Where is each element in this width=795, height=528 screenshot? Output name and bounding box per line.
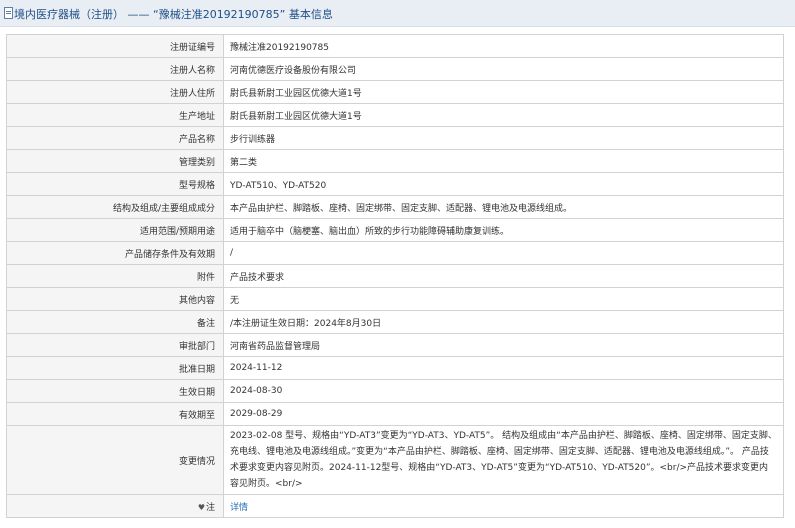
- details-link[interactable]: 详情: [230, 503, 248, 513]
- document-icon: [4, 7, 13, 19]
- row-key: 生效日期: [6, 379, 224, 403]
- row-value: 2023-02-08 型号、规格由“YD-AT3”变更为“YD-AT3、YD-A…: [223, 425, 784, 495]
- row-key: 审批部门: [6, 333, 224, 357]
- row-key: 产品储存条件及有效期: [6, 241, 224, 265]
- table-row: ♥注 详情: [6, 494, 784, 518]
- row-key: 生产地址: [6, 103, 224, 127]
- row-value: 豫械注准20192190785: [223, 34, 784, 58]
- table-row: 备注/本注册证生效日期：2024年8月30日: [6, 310, 784, 334]
- row-value: 2029-08-29: [223, 402, 784, 426]
- table-row: 型号规格 YD-AT510、YD-AT520: [6, 172, 784, 196]
- note-key-label: 注: [205, 502, 215, 513]
- table-row: 产品储存条件及有效期 /: [6, 241, 784, 265]
- table-row: 注册证编号 豫械注准20192190785: [6, 34, 784, 58]
- table-row: 注册人住所 尉氏县新尉工业园区优德大道1号: [6, 80, 784, 104]
- row-value: 2024-11-12: [223, 356, 784, 380]
- row-value: YD-AT510、YD-AT520: [223, 172, 784, 196]
- row-value: 无: [223, 287, 784, 311]
- row-key: 型号规格: [6, 172, 224, 196]
- table-row: 注册人名称 河南优德医疗设备股份有限公司: [6, 57, 784, 81]
- note-key: ♥注: [6, 494, 224, 518]
- row-key: 注册人名称: [6, 57, 224, 81]
- row-key: 变更情况: [6, 425, 224, 495]
- row-value: 产品技术要求: [223, 264, 784, 288]
- row-key: 结构及组成/主要组成成分: [6, 195, 224, 219]
- table-row: 生产地址 尉氏县新尉工业园区优德大道1号: [6, 103, 784, 127]
- row-key: 管理类别: [6, 149, 224, 173]
- row-key: 注册证编号: [6, 34, 224, 58]
- table-row: 附件 产品技术要求: [6, 264, 784, 288]
- table-row: 生效日期 2024-08-30: [6, 379, 784, 403]
- row-key: 有效期至: [6, 402, 224, 426]
- page-title: 境内医疗器械（注册） —— “豫械注准20192190785” 基本信息: [14, 8, 333, 21]
- pin-icon: ♥: [197, 502, 205, 512]
- row-key: 产品名称: [6, 126, 224, 150]
- row-key: 批准日期: [6, 356, 224, 380]
- info-table: 注册证编号 豫械注准20192190785 注册人名称 河南优德医疗设备股份有限公司…: [6, 34, 784, 518]
- note-value: 详情: [223, 494, 784, 518]
- row-value: 尉氏县新尉工业园区优德大道1号: [223, 103, 784, 127]
- row-value: 河南优德医疗设备股份有限公司: [223, 57, 784, 81]
- table-row: 其他内容无: [6, 287, 784, 311]
- row-value: 第二类: [223, 149, 784, 173]
- row-value: 适用于脑卒中（脑梗塞、脑出血）所致的步行功能障碍辅助康复训练。: [223, 218, 784, 242]
- row-value: 2024-08-30: [223, 379, 784, 403]
- table-row: 管理类别 第二类: [6, 149, 784, 173]
- table-row: 结构及组成/主要组成成分 本产品由护栏、脚踏板、座椅、固定绑带、固定支脚、适配器、…: [6, 195, 784, 219]
- row-value: 本产品由护栏、脚踏板、座椅、固定绑带、固定支脚、适配器、锂电池及电源线组成。: [223, 195, 784, 219]
- table-row: 适用范围/预期用途 适用于脑卒中（脑梗塞、脑出血）所致的步行功能障碍辅助康复训练。: [6, 218, 784, 242]
- table-row: 有效期至 2029-08-29: [6, 402, 784, 426]
- row-key: 备注: [6, 310, 224, 334]
- row-key: 适用范围/预期用途: [6, 218, 224, 242]
- row-value: 尉氏县新尉工业园区优德大道1号: [223, 80, 784, 104]
- row-value: /: [223, 241, 784, 265]
- row-value: /本注册证生效日期：2024年8月30日: [223, 310, 784, 334]
- table-row: 产品名称 步行训练器: [6, 126, 784, 150]
- row-value: 步行训练器: [223, 126, 784, 150]
- table-row: 审批部门 河南省药品监督管理局: [6, 333, 784, 357]
- table-row: 批准日期 2024-11-12: [6, 356, 784, 380]
- row-key: 附件: [6, 264, 224, 288]
- page-header: 境内医疗器械（注册） —— “豫械注准20192190785” 基本信息: [0, 0, 795, 27]
- table-row: 变更情况 2023-02-08 型号、规格由“YD-AT3”变更为“YD-AT3、…: [6, 425, 784, 495]
- row-key: 注册人住所: [6, 80, 224, 104]
- row-key: 其他内容: [6, 287, 224, 311]
- row-value: 河南省药品监督管理局: [223, 333, 784, 357]
